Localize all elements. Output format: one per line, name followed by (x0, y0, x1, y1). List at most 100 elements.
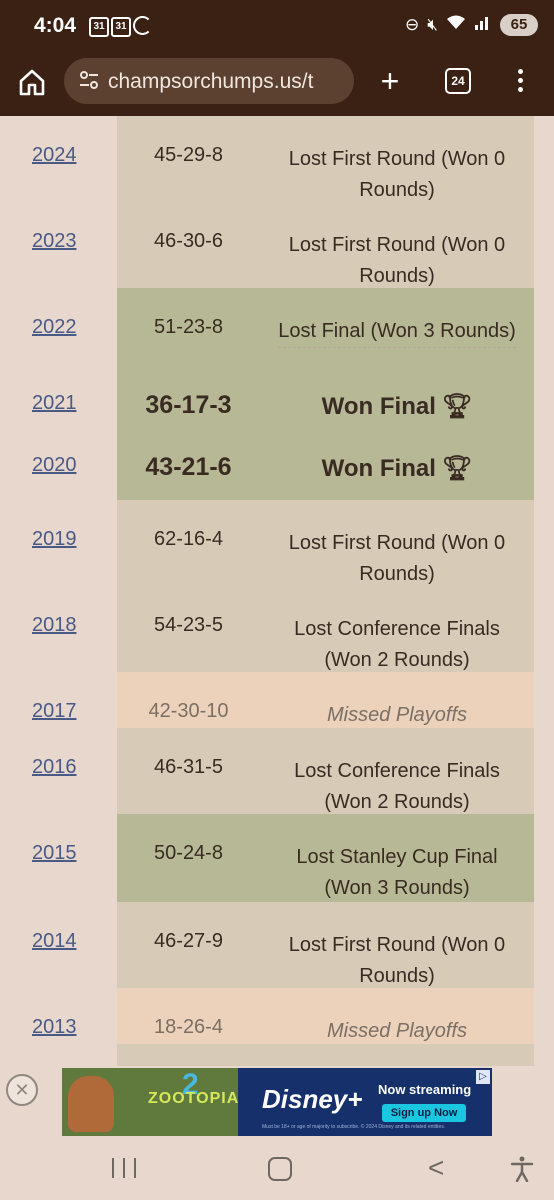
home-nav-button[interactable] (268, 1157, 292, 1181)
record-cell: 46-27-9 (117, 902, 260, 988)
year-link[interactable]: 2016 (32, 756, 77, 779)
ad-fine-print: Must be 18+ or age of majority to subscr… (262, 1124, 446, 1130)
year-cell: 2016 (0, 728, 117, 814)
record-text: 51-23-8 (154, 316, 223, 338)
back-button[interactable]: < (428, 1154, 444, 1182)
trophy-icon: 🏆︎ (441, 393, 473, 420)
record-cell: 42-30-10 (117, 672, 260, 728)
home-button[interactable] (16, 66, 48, 98)
accessibility-button[interactable] (510, 1156, 534, 1183)
result-cell: Lost Stanley Cup Final (Won 3 Rounds) (260, 814, 534, 905)
result-text[interactable]: Lost Stanley Cup Final (Won 3 Rounds) (277, 842, 517, 905)
year-link[interactable]: 2020 (32, 454, 77, 477)
year-cell: 2022 (0, 288, 117, 376)
record-cell: 36-17-3 (117, 376, 260, 438)
character-illustration (68, 1076, 114, 1132)
tab-switcher-button[interactable]: 24 (445, 68, 471, 94)
signal-icon (474, 14, 492, 36)
result-text[interactable]: Lost First Round (Won 0 Rounds) (277, 930, 517, 993)
year-link[interactable]: 2014 (32, 930, 77, 953)
result-text[interactable]: Lost Conference Finals (Won 2 Rounds) (277, 614, 517, 677)
battery-icon: 65 (500, 14, 538, 36)
result-text[interactable]: Lost First Round (Won 0 Rounds) (277, 528, 517, 591)
more-menu-button[interactable] (512, 66, 528, 96)
year-cell: 2021 (0, 376, 117, 438)
year-cell: 2019 (0, 500, 117, 586)
year-link[interactable]: 2015 (32, 842, 77, 865)
year-link[interactable]: 2023 (32, 230, 77, 253)
result-cell: Won Final 🏆︎ (260, 438, 534, 500)
wifi-icon (446, 14, 466, 36)
ad-headline: Now streaming (378, 1082, 472, 1097)
table-row: 2021 36-17-3 Won Final 🏆︎ (0, 376, 554, 439)
table-row: 2019 62-16-4 Lost First Round (Won 0 Round… (0, 500, 554, 591)
year-cell: 2018 (0, 586, 117, 672)
accessibility-icon (510, 1156, 534, 1183)
year-link[interactable]: 2024 (32, 144, 77, 167)
ad-info-icon[interactable]: ▷ (476, 1070, 490, 1084)
loading-icon (133, 16, 152, 35)
year-cell: 2023 (0, 202, 117, 288)
result-cell: Lost Conference Finals (Won 2 Rounds) (260, 728, 534, 819)
record-cell: 43-21-6 (117, 438, 260, 500)
record-text: 50-24-8 (154, 842, 223, 864)
calendar-icon: 31 (111, 17, 131, 37)
recent-apps-button[interactable] (112, 1158, 136, 1178)
year-link[interactable]: 2017 (32, 700, 77, 723)
year-cell: 2020 (0, 438, 117, 500)
ad-artwork: 2 ZOOTOPIA (62, 1068, 238, 1136)
table-row: 2022 51-23-8 Lost Final (Won 3 Rounds) (0, 288, 554, 377)
ad-signup-button[interactable]: Sign up Now (382, 1104, 466, 1122)
table-row: 2023 46-30-6 Lost First Round (Won 0 Round… (0, 202, 554, 293)
record-text: 46-31-5 (154, 756, 223, 778)
ad-banner[interactable]: 2 ZOOTOPIA Disney+ Now streaming Sign up… (62, 1068, 492, 1136)
result-text[interactable]: Lost Conference Finals (Won 2 Rounds) (277, 756, 517, 819)
result-cell: Lost First Round (Won 0 Rounds) (260, 116, 534, 207)
table-row-partial (0, 1044, 554, 1066)
mute-icon: 🔇︎ (427, 15, 438, 34)
result-text[interactable]: Won Final (322, 391, 436, 422)
browser-toolbar: champsorchumps.us/t + 24 (0, 52, 554, 116)
trophy-icon: 🏆︎ (441, 455, 473, 482)
record-text: 46-30-6 (154, 230, 223, 252)
new-tab-button[interactable]: + (374, 62, 406, 100)
site-settings-icon (80, 71, 98, 89)
result-text[interactable]: Lost First Round (Won 0 Rounds) (277, 230, 517, 293)
result-text[interactable]: Won Final (322, 453, 436, 484)
record-text: 45-29-8 (154, 144, 223, 166)
table-row: 2013 18-26-4 Missed Playoffs (0, 988, 554, 1048)
record-text: 54-23-5 (154, 614, 223, 636)
record-cell: 18-26-4 (117, 988, 260, 1044)
system-nav-bar: < (0, 1138, 554, 1200)
year-cell: 2014 (0, 902, 117, 988)
year-link[interactable]: 2018 (32, 614, 77, 637)
close-ad-button[interactable]: ✕ (6, 1074, 38, 1106)
record-cell: 45-29-8 (117, 116, 260, 202)
year-cell: 2024 (0, 116, 117, 202)
status-bar: 4:04 31 31 ⊖ 🔇︎ 65 (0, 0, 554, 52)
record-cell: 62-16-4 (117, 500, 260, 586)
table-row: 2014 46-27-9 Lost First Round (Won 0 Round… (0, 902, 554, 993)
url-text[interactable]: champsorchumps.us/t (108, 70, 313, 94)
status-time: 4:04 (34, 14, 77, 37)
record-text: 62-16-4 (154, 528, 223, 550)
ad-movie-title: ZOOTOPIA (148, 1090, 240, 1107)
record-cell: 51-23-8 (117, 288, 260, 376)
year-link[interactable]: 2022 (32, 316, 77, 339)
result-cell: Won Final 🏆︎ (260, 376, 534, 438)
record-cell: 46-30-6 (117, 202, 260, 288)
table-row: 2024 45-29-8 Lost First Round (Won 0 Round… (0, 116, 554, 207)
result-cell: Lost First Round (Won 0 Rounds) (260, 202, 534, 293)
result-text[interactable]: Lost First Round (Won 0 Rounds) (277, 144, 517, 207)
year-cell: 2017 (0, 672, 117, 728)
record-text: 18-26-4 (154, 1016, 223, 1038)
year-link[interactable]: 2019 (32, 528, 77, 551)
seasons-table: 2024 45-29-8 Lost First Round (Won 0 Round… (0, 116, 554, 1066)
year-link[interactable]: 2013 (32, 1016, 77, 1039)
result-text[interactable]: Lost Final (Won 3 Rounds) (278, 316, 516, 348)
table-row: 2020 43-21-6 Won Final 🏆︎ (0, 438, 554, 501)
year-link[interactable]: 2021 (32, 392, 77, 415)
table-row: 2015 50-24-8 Lost Stanley Cup Final (Won 3… (0, 814, 554, 905)
record-text: 42-30-10 (148, 700, 229, 722)
address-bar[interactable]: champsorchumps.us/t (64, 58, 354, 104)
